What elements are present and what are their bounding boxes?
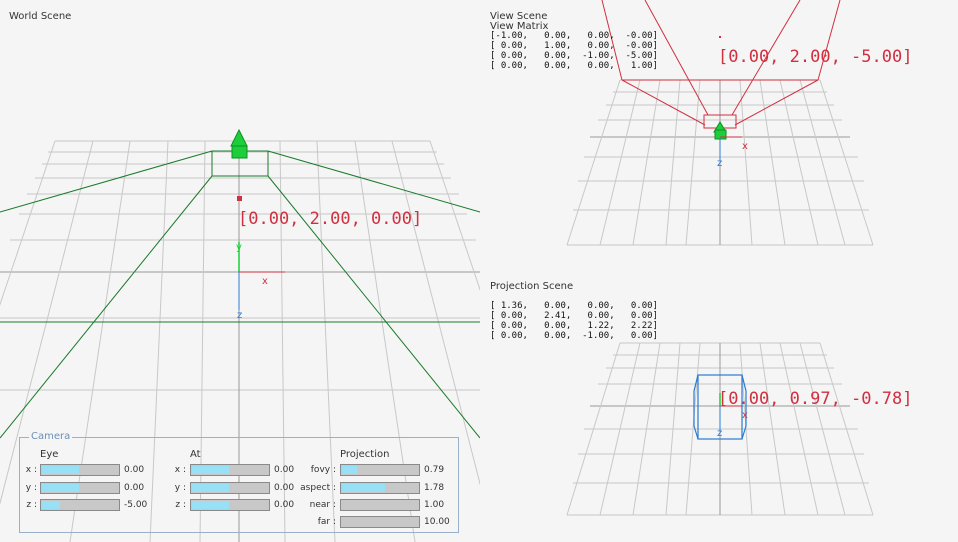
at-x-label: x : [174,465,186,475]
projection-matrix-row: [ 0.00, 0.00, 1.22, 2.22] [490,321,658,331]
camera-panel-legend: Camera [29,431,73,442]
eye-y-slider[interactable] [40,482,120,494]
far-slider[interactable] [340,516,420,528]
aspect-slider-fill [342,484,386,492]
view-target-point-marker [719,36,721,38]
eye-z-label: z : [26,500,37,510]
at-x-slider-fill [192,466,229,474]
projection-scene-title: Projection Scene [490,281,574,292]
projection-axis-x-label: x [742,410,748,421]
aspect-slider[interactable] [340,482,420,494]
projection-matrix-row: [ 0.00, 2.41, 0.00, 0.00] [490,311,658,321]
world-point-label: [0.00, 2.00, 0.00] [238,209,422,229]
world-axis-x-label: x [262,276,268,287]
at-z-slider[interactable] [190,499,270,511]
view-matrix-row: [ 0.00, 0.00, -1.00, -5.00] [490,51,658,61]
at-y-slider-fill [192,484,229,492]
world-axis-y-label: y [236,242,242,253]
eye-x-slider[interactable] [40,464,120,476]
near-slider[interactable] [340,499,420,511]
at-y-label: y : [174,483,186,493]
target-point-marker [237,196,242,201]
fovy-value: 0.79 [424,465,445,475]
fovy-label: fovy : [310,465,336,475]
at-y-slider[interactable] [190,482,270,494]
far-value: 10.00 [424,517,450,527]
projection-group-title: Projection [340,449,390,460]
aspect-value: 1.78 [424,483,445,493]
at-z-slider-fill [192,501,229,509]
near-label: near : [309,500,336,510]
fovy-slider-fill [342,466,358,474]
view-matrix-row: [-1.00, 0.00, 0.00, -0.00] [490,31,658,41]
world-axis-z-label: z [237,310,242,321]
projection-matrix-row: [ 1.36, 0.00, 0.00, 0.00] [490,301,658,311]
view-axis-z-label: z [717,158,722,169]
eye-z-slider[interactable] [40,499,120,511]
aspect-label: aspect : [300,483,336,493]
view-point-label: [0.00, 2.00, -5.00] [718,47,912,67]
projection-axis-z-label: z [717,428,722,439]
at-group-title: At [190,449,201,460]
view-matrix: [-1.00, 0.00, 0.00, -0.00] [ 0.00, 1.00,… [490,31,658,71]
eye-group-title: Eye [40,449,59,460]
near-value: 1.00 [424,500,445,510]
view-matrix-row: [ 0.00, 1.00, 0.00, -0.00] [490,41,658,51]
eye-y-label: y : [25,483,37,493]
at-z-label: z : [175,500,186,510]
camera-model [230,128,248,159]
fovy-slider[interactable] [340,464,420,476]
eye-y-slider-fill [42,484,79,492]
projection-matrix: [ 1.36, 0.00, 0.00, 0.00] [ 0.00, 2.41, … [490,301,658,341]
at-x-slider[interactable] [190,464,270,476]
far-label: far : [317,517,336,527]
eye-x-label: x : [25,465,37,475]
eye-x-slider-fill [42,466,79,474]
eye-z-slider-fill [42,501,60,509]
view-axis-x-label: x [742,141,748,152]
view-matrix-row: [ 0.00, 0.00, 0.00, 1.00] [490,61,658,71]
view-camera-model [713,121,727,140]
projection-matrix-row: [ 0.00, 0.00, -1.00, 0.00] [490,331,658,341]
projection-point-label: [0.00, 0.97, -0.78] [718,389,912,409]
